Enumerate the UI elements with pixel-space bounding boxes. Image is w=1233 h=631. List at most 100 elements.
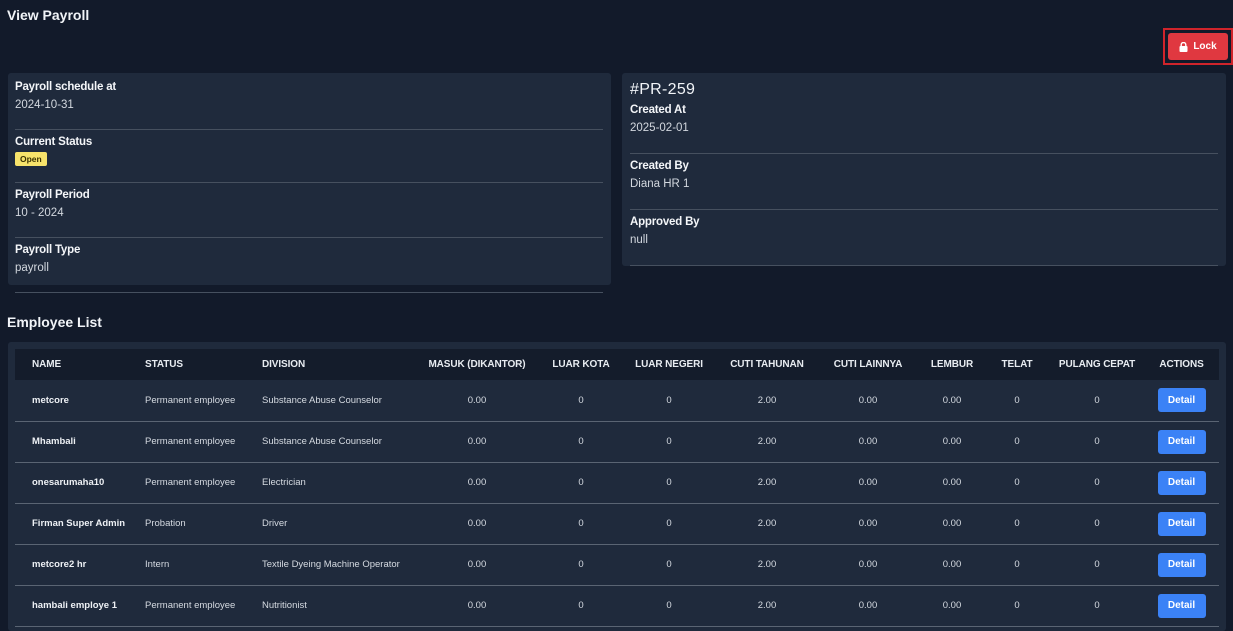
cell-division: Substance Abuse Counselor <box>262 436 382 447</box>
cell-luar-negeri: 0 <box>666 477 672 488</box>
detail-button[interactable]: Detail <box>1157 552 1206 577</box>
view-payroll-page: View Payroll Lock Payroll schedule at 20… <box>0 0 1233 631</box>
cell-masuk: 0.00 <box>467 477 487 488</box>
cell-name: Firman Super Admin <box>32 518 126 529</box>
cell-lembur: 0.00 <box>942 559 962 570</box>
cell-actions: Detail <box>1144 503 1219 544</box>
cell-masuk: 0.00 <box>467 518 487 529</box>
cell-masuk: 0.00 <box>467 600 487 611</box>
type-value: payroll <box>15 262 49 274</box>
column-header-division: DIVISION <box>262 359 306 370</box>
created-by-label: Created By <box>630 160 689 172</box>
cell-status: Permanent employee <box>145 394 236 406</box>
cell-lembur: 0.00 <box>942 518 962 529</box>
column-header-pulang-cepat: PULANG CEPAT <box>1058 359 1136 370</box>
created-at-field: Created At 2025-02-01 <box>630 104 1218 154</box>
page-title: View Payroll <box>7 7 90 23</box>
schedule-label: Payroll schedule at <box>15 81 117 93</box>
cell-cuti-tahunan: 2.00 <box>757 518 777 529</box>
cell-pulang-cepat: 0 <box>1094 518 1100 529</box>
column-header-telat: TELAT <box>1001 359 1033 370</box>
cell-division: Textile Dyeing Machine Operator <box>262 559 400 570</box>
cell-cuti-tahunan: 2.00 <box>757 600 777 611</box>
column-header-cuti-tahunan: CUTI TAHUNAN <box>730 359 804 370</box>
lock-button-label: Lock <box>1193 41 1217 52</box>
lock-icon <box>1179 41 1188 52</box>
created-by-field: Created By Diana HR 1 <box>630 160 1218 210</box>
created-at-label: Created At <box>630 104 686 116</box>
approved-by-label: Approved By <box>630 216 700 228</box>
type-field: Payroll Type payroll <box>15 244 603 293</box>
lock-button[interactable]: Lock <box>1168 33 1228 60</box>
column-header-masuk: MASUK (DIKANTOR) <box>428 359 526 370</box>
cell-cuti-lainnya: 0.00 <box>858 394 878 406</box>
table-row: hambali employe 1 Permanent employee Nutri… <box>15 585 1219 626</box>
cell-actions: Detail <box>1144 585 1219 626</box>
cell-cuti-lainnya: 0.00 <box>858 436 878 447</box>
cell-luar-kota: 0 <box>578 477 584 488</box>
cell-luar-kota: 0 <box>578 436 584 447</box>
cell-pulang-cepat: 0 <box>1094 477 1100 488</box>
cell-luar-kota: 0 <box>578 600 584 611</box>
cell-pulang-cepat: 0 <box>1094 600 1100 611</box>
detail-button[interactable]: Detail <box>1157 388 1206 413</box>
cell-lembur: 0.00 <box>942 436 962 447</box>
column-header-lembur: LEMBUR <box>930 359 974 370</box>
payroll-summary-card: Payroll schedule at 2024-10-31 Current S… <box>8 73 611 293</box>
cell-cuti-tahunan: 2.00 <box>757 394 777 406</box>
cell-luar-negeri: 0 <box>666 600 672 611</box>
cell-telat: 0 <box>1014 600 1020 611</box>
status-label: Current Status <box>15 136 93 148</box>
cell-pulang-cepat: 0 <box>1094 559 1100 570</box>
cell-cuti-lainnya: 0.00 <box>858 518 878 529</box>
detail-button[interactable]: Detail <box>1157 593 1206 618</box>
cell-division: Substance Abuse Counselor <box>262 394 382 406</box>
schedule-value: 2024-10-31 <box>15 99 74 111</box>
cell-cuti-tahunan: 2.00 <box>757 559 777 570</box>
detail-button[interactable]: Detail <box>1157 429 1206 454</box>
cell-cuti-tahunan: 2.00 <box>757 436 777 447</box>
detail-button[interactable]: Detail <box>1157 470 1206 495</box>
cell-pulang-cepat: 0 <box>1094 436 1100 447</box>
cell-name: hambali employe 1 <box>32 600 118 611</box>
employee-table: NAME STATUS DIVISION MASUK (DIKANTOR) LUAR K… <box>15 349 1219 627</box>
approved-by-field: Approved By null <box>630 216 1218 266</box>
cell-pulang-cepat: 0 <box>1094 394 1100 406</box>
cell-masuk: 0.00 <box>467 436 487 447</box>
cell-cuti-tahunan: 2.00 <box>757 477 777 488</box>
cell-status: Permanent employee <box>145 477 236 488</box>
schedule-field: Payroll schedule at 2024-10-31 <box>15 81 603 130</box>
cell-telat: 0 <box>1014 477 1020 488</box>
cell-luar-kota: 0 <box>578 394 584 406</box>
column-header-cuti-lainnya: CUTI LAINNYA <box>833 359 903 370</box>
column-header-luar-kota: LUAR KOTA <box>552 359 610 370</box>
created-by-value: Diana HR 1 <box>630 178 690 190</box>
status-field: Current Status Open <box>15 136 603 183</box>
cell-telat: 0 <box>1014 559 1020 570</box>
column-header-luar-negeri: LUAR NEGERI <box>635 359 703 370</box>
cell-name: onesarumaha10 <box>32 477 105 488</box>
cell-telat: 0 <box>1014 518 1020 529</box>
cell-actions: Detail <box>1144 544 1219 585</box>
cell-lembur: 0.00 <box>942 600 962 611</box>
cell-lembur: 0.00 <box>942 477 962 488</box>
employee-table-card: NAME STATUS DIVISION MASUK (DIKANTOR) LUAR K… <box>8 342 1226 631</box>
table-row: metcore Permanent employee Substance Abuse… <box>15 380 1219 421</box>
cell-luar-negeri: 0 <box>666 518 672 529</box>
cell-status: Intern <box>145 559 170 570</box>
table-row: metcore2 hr Intern Textile Dyeing Machine … <box>15 544 1219 585</box>
cell-luar-kota: 0 <box>578 518 584 529</box>
type-label: Payroll Type <box>15 244 81 256</box>
table-row: Mhambali Permanent employee Substance Abus… <box>15 421 1219 462</box>
cell-luar-negeri: 0 <box>666 559 672 570</box>
cell-telat: 0 <box>1014 436 1020 447</box>
column-header-status: STATUS <box>145 359 183 370</box>
cell-cuti-lainnya: 0.00 <box>858 477 878 488</box>
cell-telat: 0 <box>1014 394 1020 406</box>
column-header-actions: ACTIONS <box>1159 359 1204 370</box>
detail-button[interactable]: Detail <box>1157 511 1206 536</box>
lock-button-highlight: Lock <box>1163 28 1233 65</box>
column-header-name: NAME <box>32 359 62 370</box>
cell-luar-kota: 0 <box>578 559 584 570</box>
cell-name: metcore <box>32 394 69 406</box>
